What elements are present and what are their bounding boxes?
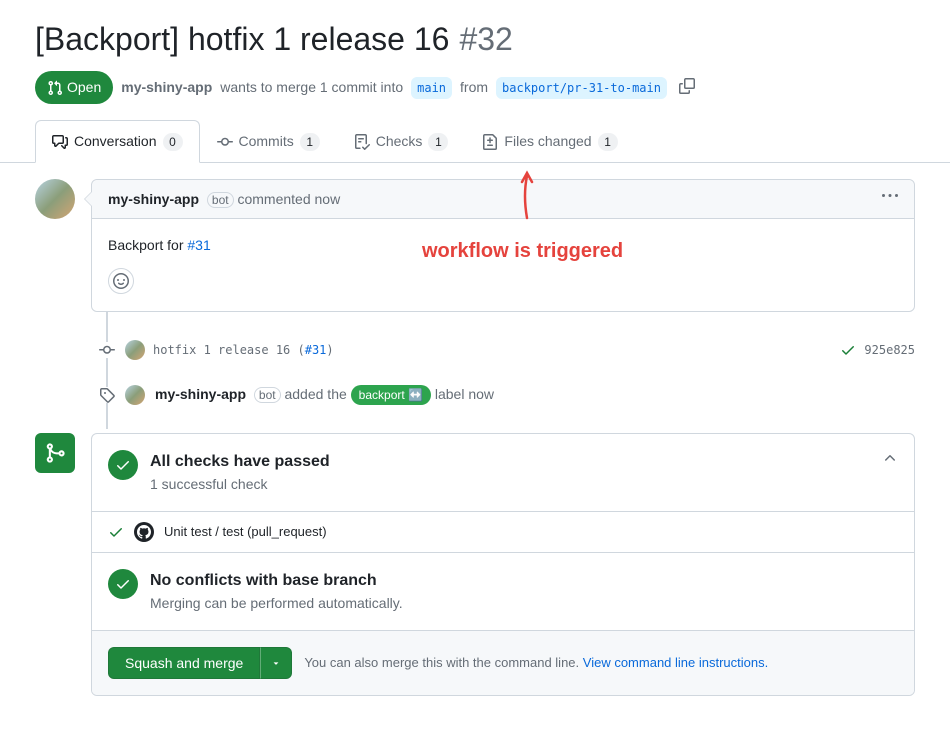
merge-hint-text: You can also merge this with the command… (304, 655, 582, 670)
github-actions-avatar (134, 522, 154, 542)
check-icon (115, 457, 131, 473)
bot-badge: bot (207, 192, 234, 208)
commit-icon (217, 134, 233, 150)
file-diff-icon (482, 134, 498, 150)
conflicts-title: No conflicts with base branch (150, 569, 403, 593)
commit-author-avatar[interactable] (125, 340, 145, 360)
check-icon (115, 576, 131, 592)
label-timeline-item: my-shiny-app bot added the backport ↔️ l… (91, 372, 915, 417)
kebab-icon (882, 188, 898, 204)
comment-menu-button[interactable] (882, 188, 898, 210)
pr-title-text: [Backport] hotfix 1 release 16 (35, 15, 449, 63)
workflow-annotation: workflow is triggered (422, 236, 623, 266)
commits-count: 1 (300, 133, 320, 151)
git-merge-icon (44, 442, 66, 464)
pr-title: [Backport] hotfix 1 release 16 #32 (35, 15, 915, 63)
pr-tabs: Conversation 0 Commits 1 Checks 1 Files … (0, 120, 950, 163)
conversation-count: 0 (163, 133, 183, 151)
comment-body-text: Backport for (108, 237, 187, 253)
tab-conversation[interactable]: Conversation 0 (35, 120, 200, 163)
pr-state-badge: Open (35, 71, 113, 104)
checks-count: 1 (428, 133, 448, 151)
merge-text: wants to merge 1 commit into (220, 77, 403, 98)
check-run-row[interactable]: Unit test / test (pull_request) (92, 512, 914, 553)
checklist-icon (354, 134, 370, 150)
comment-time: commented now (237, 191, 340, 207)
files-count: 1 (598, 133, 618, 151)
bot-badge: bot (254, 387, 281, 403)
check-icon[interactable] (840, 342, 856, 358)
check-icon (108, 524, 124, 540)
commit-sha[interactable]: 925e825 (864, 341, 915, 359)
check-run-name: Unit test / test (pull_request) (164, 522, 327, 542)
tag-badge-icon (99, 387, 115, 403)
tab-checks[interactable]: Checks 1 (337, 120, 466, 162)
pull-request-icon (47, 80, 63, 96)
backport-label[interactable]: backport ↔️ (351, 385, 431, 405)
conflicts-subtitle: Merging can be performed automatically. (150, 593, 403, 614)
label-author-avatar[interactable] (125, 385, 145, 405)
head-branch[interactable]: backport/pr-31-to-main (496, 77, 667, 99)
commit-timeline-item: hotfix 1 release 16 (#31) 925e825 (91, 328, 915, 372)
conflicts-status-icon (108, 569, 138, 599)
merge-status-icon (35, 433, 75, 473)
merge-method-dropdown[interactable] (260, 647, 292, 679)
commit-message[interactable]: hotfix 1 release 16 ( (153, 343, 305, 357)
author-avatar[interactable] (35, 179, 75, 219)
squash-merge-button[interactable]: Squash and merge (108, 647, 260, 679)
checks-subtitle: 1 successful check (150, 474, 870, 495)
collapse-checks-button[interactable] (882, 450, 898, 472)
chevron-up-icon (882, 450, 898, 466)
tab-commits[interactable]: Commits 1 (200, 120, 337, 162)
from-text: from (460, 77, 488, 98)
triangle-down-icon (271, 658, 281, 668)
copy-icon (679, 78, 695, 94)
tab-files[interactable]: Files changed 1 (465, 120, 634, 162)
commit-badge-icon (99, 342, 115, 358)
add-reaction-button[interactable] (108, 268, 134, 294)
pr-description-comment: my-shiny-app bot commented now Backport … (91, 179, 915, 312)
arrow-annotation-icon (517, 170, 537, 220)
referenced-pr-link[interactable]: #31 (187, 237, 210, 253)
cli-instructions-link[interactable]: View command line instructions. (583, 655, 768, 670)
github-icon (137, 525, 151, 539)
copy-branch-button[interactable] (675, 74, 699, 101)
pr-author[interactable]: my-shiny-app (121, 77, 212, 98)
smiley-icon (113, 273, 129, 289)
checks-title: All checks have passed (150, 450, 870, 474)
comment-author[interactable]: my-shiny-app (108, 191, 199, 207)
merge-panel: All checks have passed 1 successful chec… (91, 433, 915, 696)
checks-status-icon (108, 450, 138, 480)
comment-discussion-icon (52, 134, 68, 150)
label-author[interactable]: my-shiny-app (155, 386, 246, 402)
pr-number: #32 (459, 15, 512, 63)
base-branch[interactable]: main (411, 77, 452, 99)
commit-pr-link[interactable]: #31 (305, 343, 327, 357)
